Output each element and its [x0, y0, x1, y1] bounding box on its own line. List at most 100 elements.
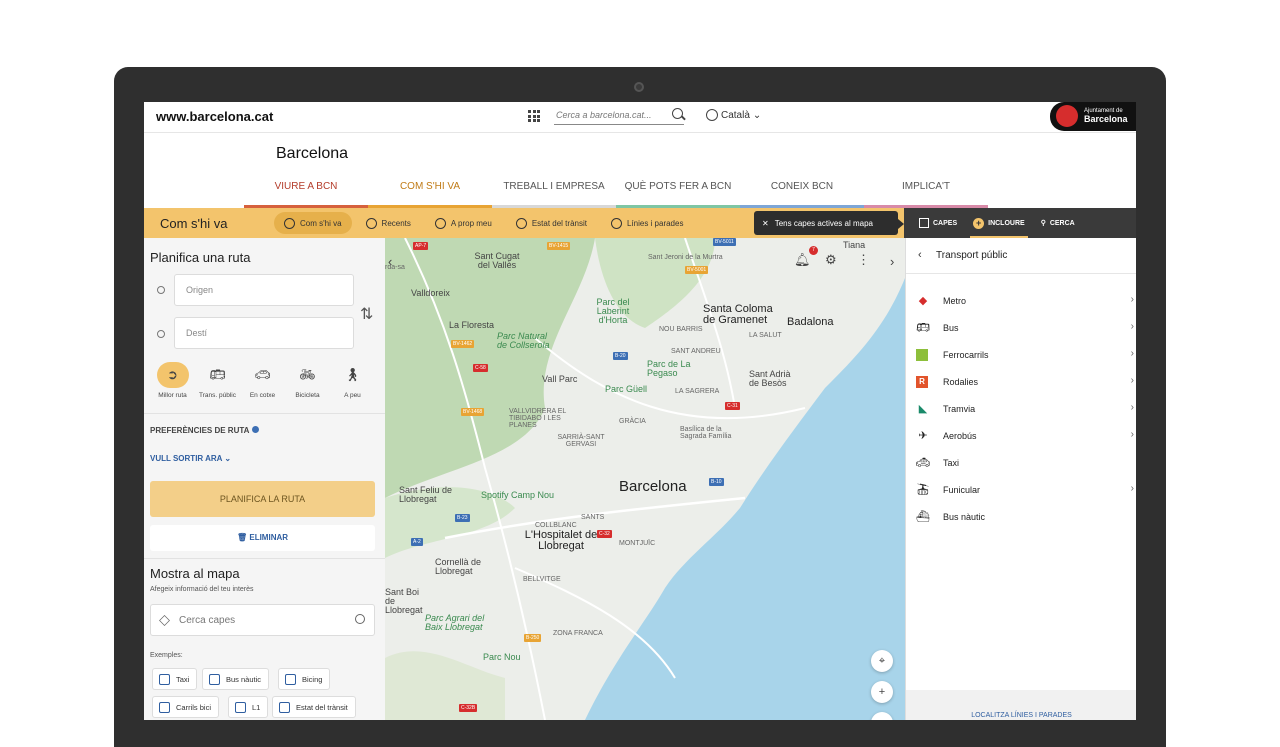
clock-icon	[365, 217, 377, 229]
example-chip-carrils-bici[interactable]: Carrils bici	[152, 696, 220, 718]
subtab-estat-transit[interactable]: Estat del trànsit	[506, 212, 597, 234]
checkbox[interactable]	[159, 701, 170, 713]
notification-badge: 7	[809, 246, 818, 255]
map-label: Sant Feliu de Llobregat	[399, 485, 453, 504]
transport-item-aerobus[interactable]: ✈︎ Aerobús ›	[906, 423, 1136, 450]
checkbox[interactable]	[279, 701, 290, 713]
site-search-input[interactable]: Cerca a barcelona.cat...	[554, 107, 684, 125]
chevron-right-icon: ›	[1130, 321, 1134, 332]
subtab-com-shi-va[interactable]: Com s'hi va	[274, 212, 352, 234]
person-pin-icon	[434, 217, 446, 229]
origin-input[interactable]: Origen	[174, 274, 354, 306]
ajuntament-logo[interactable]: Ajuntament de Barcelona	[1050, 102, 1136, 131]
layer-search-input[interactable]: Cerca capes	[150, 604, 375, 636]
site-title[interactable]: Barcelona	[276, 145, 348, 163]
map-canvas[interactable]: ‹ › 🔔︎ 7 ⚙︎ ⋮ Tiana Sant Cugat del Vallè…	[385, 238, 905, 720]
subtab-recents[interactable]: Recents	[356, 212, 421, 234]
transport-item-tramvia[interactable]: ◣ Tramvia ›	[906, 396, 1136, 423]
checkbox[interactable]	[285, 673, 296, 685]
swap-icon[interactable]: ⇅	[360, 304, 373, 324]
map-label: Spotify Camp Nou	[481, 490, 555, 500]
close-icon[interactable]: ✕	[762, 219, 769, 228]
info-icon	[610, 217, 622, 229]
transport-label: Taxi	[943, 458, 960, 468]
site-url[interactable]: www.barcelona.cat	[156, 109, 273, 124]
sub-tabs: Com s'hi va Recents A prop meu Estat del…	[274, 212, 693, 234]
example-chip-estat-transit[interactable]: Estat del trànsit	[272, 696, 356, 718]
more-menu-icon[interactable]: ⋮	[857, 252, 870, 268]
zoom-in-icon[interactable]: +	[871, 681, 893, 703]
subtab-linies-parades[interactable]: Línies i parades	[601, 212, 693, 234]
nav-item-treball[interactable]: TREBALL I EMPRESA	[492, 178, 616, 208]
subtab-label: Estat del trànsit	[531, 218, 587, 228]
checkbox[interactable]	[209, 673, 220, 685]
checkbox[interactable]	[159, 673, 170, 685]
transport-item-rodalies[interactable]: R Rodalies ›	[906, 369, 1136, 396]
transport-item-bus[interactable]: 🚌︎ Bus ›	[906, 315, 1136, 342]
mode-bicycle[interactable]: 🚲︎ Bicicleta	[285, 362, 330, 399]
plan-route-button[interactable]: PLANIFICA LA RUTA	[150, 481, 375, 517]
apps-grid-icon[interactable]	[528, 110, 540, 122]
example-chip-l1[interactable]: L1	[228, 696, 269, 718]
checkbox[interactable]	[235, 701, 246, 713]
nav-item-implicat[interactable]: IMPLICA'T	[864, 178, 988, 208]
tab-incloure[interactable]: + INCLOURE	[968, 208, 1030, 238]
directions-icon	[284, 217, 295, 229]
transport-item-ferrocarrils[interactable]: Ferrocarrils ›	[906, 342, 1136, 369]
bell-icon[interactable]: 🔔︎	[794, 252, 811, 268]
search-icon: ⚲	[1040, 220, 1046, 227]
nav-item-que-pots-fer[interactable]: QUÈ POTS FER A BCN	[616, 178, 740, 208]
mode-public-transport[interactable]: 🚌︎ Trans. públic	[195, 362, 240, 399]
tab-label: INCLOURE	[988, 219, 1025, 227]
tab-cerca[interactable]: ⚲ CERCA	[1036, 208, 1080, 238]
tab-capes[interactable]: CAPES	[914, 208, 962, 238]
taxi-icon: 🚕︎	[916, 457, 930, 469]
search-icon	[355, 614, 365, 624]
origin-pin-icon	[157, 286, 165, 294]
metro-icon: ◆	[918, 295, 928, 307]
leave-now-dropdown[interactable]: VULL SORTIR ARA ⌄	[150, 454, 231, 463]
transport-header[interactable]: ‹ Transport públic	[906, 238, 1136, 274]
bus-icon: 🚌︎	[916, 322, 930, 334]
example-chip-bicing[interactable]: Bicing	[278, 668, 331, 690]
nav-item-com-shi-va[interactable]: COM S'HI VA	[368, 178, 492, 208]
transport-item-funicular[interactable]: 🚠︎ Funicular ›	[906, 477, 1136, 504]
globe-icon	[706, 109, 718, 121]
map-label: Sant Jeroni de la Murtra	[648, 254, 723, 261]
mode-best-route[interactable]: ➲ Millor ruta	[150, 362, 195, 399]
destination-input[interactable]: Destí	[174, 317, 354, 349]
transport-item-bus-nautic[interactable]: ⛴︎ Bus nàutic	[906, 504, 1136, 531]
route-preferences[interactable]: PREFERÈNCIES DE RUTA	[150, 426, 260, 435]
road-badge: AP-7	[413, 242, 429, 250]
leave-now-label: VULL SORTIR ARA	[150, 454, 223, 463]
map-label: Vall Parc	[542, 374, 578, 384]
chevron-left-icon[interactable]: ‹	[918, 249, 922, 261]
route-title: Planifica una ruta	[150, 250, 251, 265]
language-selector[interactable]: Català ⌄	[706, 109, 761, 121]
example-chip-bus-nautic[interactable]: Bus nàutic	[202, 668, 270, 690]
map-label: Parc Natural de Collserola	[497, 331, 550, 350]
nav-item-coneix[interactable]: CONEIX BCN	[740, 178, 864, 208]
road-badge: B-10	[709, 478, 724, 486]
search-icon[interactable]	[672, 108, 683, 119]
delete-button[interactable]: 🗑︎ ELIMINAR	[150, 525, 375, 551]
nav-item-viure[interactable]: VIURE A BCN	[244, 178, 368, 208]
mode-car[interactable]: 🚗︎ En cotxe	[240, 362, 285, 399]
map-label: Parc Agrari del Baix Llobregat	[425, 613, 485, 632]
gear-icon[interactable]: ⚙︎	[825, 252, 837, 268]
tab-label: CERCA	[1049, 219, 1075, 227]
map-label: VALLVIDRERA EL TIBIDABO I LES PLANES	[509, 408, 567, 429]
mode-walk[interactable]: 🚶︎ A peu	[330, 362, 375, 399]
locate-me-icon[interactable]: ⌖	[871, 650, 893, 672]
camera-icon	[634, 82, 644, 92]
locate-lines-link[interactable]: LOCALITZA LÍNIES I PARADES	[906, 690, 1136, 720]
subtab-a-prop-meu[interactable]: A prop meu	[425, 212, 502, 234]
example-chip-taxi[interactable]: Taxi	[152, 668, 198, 690]
mode-label: Bicicleta	[295, 392, 320, 399]
divider	[144, 558, 385, 559]
transport-item-taxi[interactable]: 🚕︎ Taxi	[906, 450, 1136, 477]
collapse-right-icon[interactable]: ›	[890, 254, 894, 269]
road-badge: BV-1468	[461, 408, 485, 416]
transport-item-metro[interactable]: ◆ Metro ›	[906, 288, 1136, 315]
transport-label: Rodalies	[943, 377, 979, 387]
